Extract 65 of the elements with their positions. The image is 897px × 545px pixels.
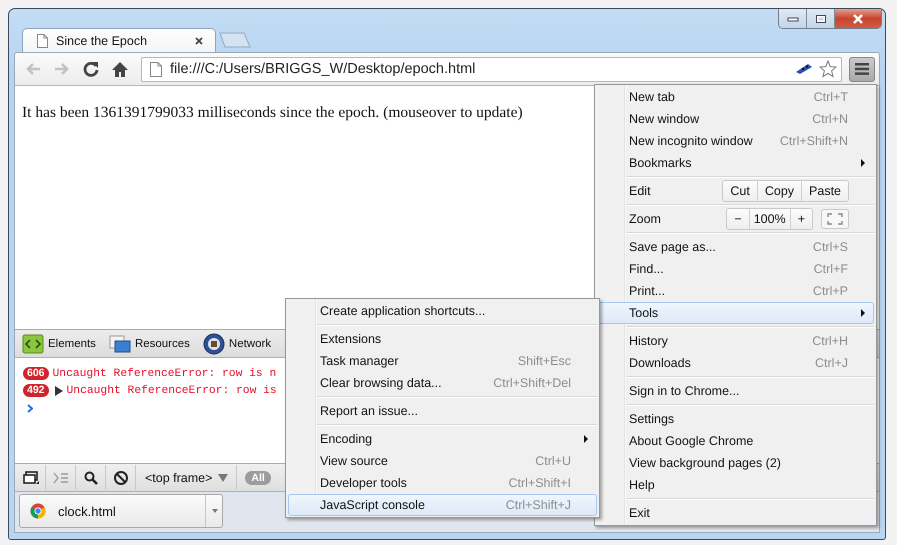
error-message: Uncaught ReferenceError: row is n xyxy=(52,368,276,380)
page-icon xyxy=(150,62,162,76)
menu-item[interactable]: Developer tools Ctrl+Shift+I xyxy=(288,472,597,494)
menu-item[interactable]: Clear browsing data... Ctrl+Shift+Del xyxy=(288,372,597,394)
menu-button[interactable]: Copy xyxy=(758,181,802,201)
circle-logo-icon xyxy=(30,503,46,519)
menu-item[interactable]: New tab Ctrl+T xyxy=(597,86,874,108)
menu-item[interactable]: Tools xyxy=(597,302,874,324)
count-badge: 492 xyxy=(23,384,49,397)
extension-icon[interactable] xyxy=(795,63,813,75)
menu-item[interactable]: Find... Ctrl+F xyxy=(597,258,874,280)
browser-tab[interactable]: Since the Epoch xyxy=(22,28,216,52)
panel-tab[interactable]: Resources xyxy=(108,334,193,354)
menu-item[interactable]: Settings xyxy=(597,408,874,430)
menu-item[interactable]: Report an issue... xyxy=(288,400,597,422)
zoom-level: 100% xyxy=(750,209,791,229)
caret-icon[interactable] xyxy=(212,509,218,513)
page-text: It has been 1361391799033 milliseconds since the epoch. (mouseover to update) xyxy=(22,104,523,122)
menu-item[interactable]: Save page as... Ctrl+S xyxy=(597,236,874,258)
menu-button[interactable]: Cut xyxy=(723,181,758,201)
menu-item[interactable]: Task manager Shift+Esc xyxy=(288,350,597,372)
menu-item[interactable]: JavaScript console Ctrl+Shift+J xyxy=(288,494,597,516)
menu-item[interactable]: View source Ctrl+U xyxy=(288,450,597,472)
panel-tab[interactable]: Elements xyxy=(22,334,99,354)
menu-item[interactable]: History Ctrl+H xyxy=(597,330,874,352)
download-item[interactable]: clock.html xyxy=(19,494,223,528)
frame-dropdown[interactable]: <top frame> xyxy=(136,465,238,490)
menu-item[interactable]: New window Ctrl+N xyxy=(597,108,874,130)
fullscreen-icon[interactable] xyxy=(821,209,849,229)
reload-icon[interactable] xyxy=(82,60,100,78)
menu-label: Zoom xyxy=(629,212,662,226)
home-icon[interactable] xyxy=(111,60,129,78)
menu-item[interactable]: View background pages (2) xyxy=(597,452,874,474)
menu-item[interactable]: New incognito window Ctrl+Shift+N xyxy=(597,130,874,152)
code-box-icon xyxy=(22,334,44,354)
address-bar[interactable]: file:///C:/Users/BRIGGS_W/Desktop/epoch.html xyxy=(141,56,842,82)
menu-item[interactable]: Bookmarks xyxy=(597,152,874,174)
windows-icon xyxy=(108,334,131,354)
menu-item[interactable]: About Google Chrome xyxy=(597,430,874,452)
menu-item[interactable]: Help xyxy=(597,474,874,496)
close-icon[interactable] xyxy=(195,36,203,44)
menu-item[interactable]: Create application shortcuts... xyxy=(288,300,597,322)
close-icon[interactable] xyxy=(835,9,881,28)
menu-button[interactable]: + xyxy=(790,209,812,229)
menu-item[interactable]: Sign in to Chrome... xyxy=(597,380,874,402)
prompt-icon[interactable] xyxy=(27,404,33,413)
page-icon xyxy=(37,34,48,48)
menu-button[interactable]: Paste xyxy=(802,181,848,201)
error-message: Uncaught ReferenceError: row is xyxy=(66,384,277,396)
expand-triangle-icon[interactable] xyxy=(54,386,63,396)
caret-icon xyxy=(218,474,228,482)
menu-item[interactable]: Print... Ctrl+P xyxy=(597,280,874,302)
star-icon[interactable] xyxy=(819,60,837,78)
menu-item[interactable]: Extensions xyxy=(288,328,597,350)
menu-item[interactable]: Downloads Ctrl+J xyxy=(597,352,874,374)
globe-icon xyxy=(202,332,225,354)
panel-tab[interactable]: Network xyxy=(202,332,274,354)
maximize-icon[interactable] xyxy=(807,9,835,28)
menu-icon[interactable] xyxy=(849,56,875,82)
minimize-icon[interactable] xyxy=(779,9,807,28)
menu-item[interactable]: Exit xyxy=(597,502,874,524)
menu-label: Edit xyxy=(629,184,652,198)
menu-button[interactable]: − xyxy=(727,209,750,229)
menu-item[interactable]: Encoding xyxy=(288,428,597,450)
count-badge: 606 xyxy=(23,367,49,380)
